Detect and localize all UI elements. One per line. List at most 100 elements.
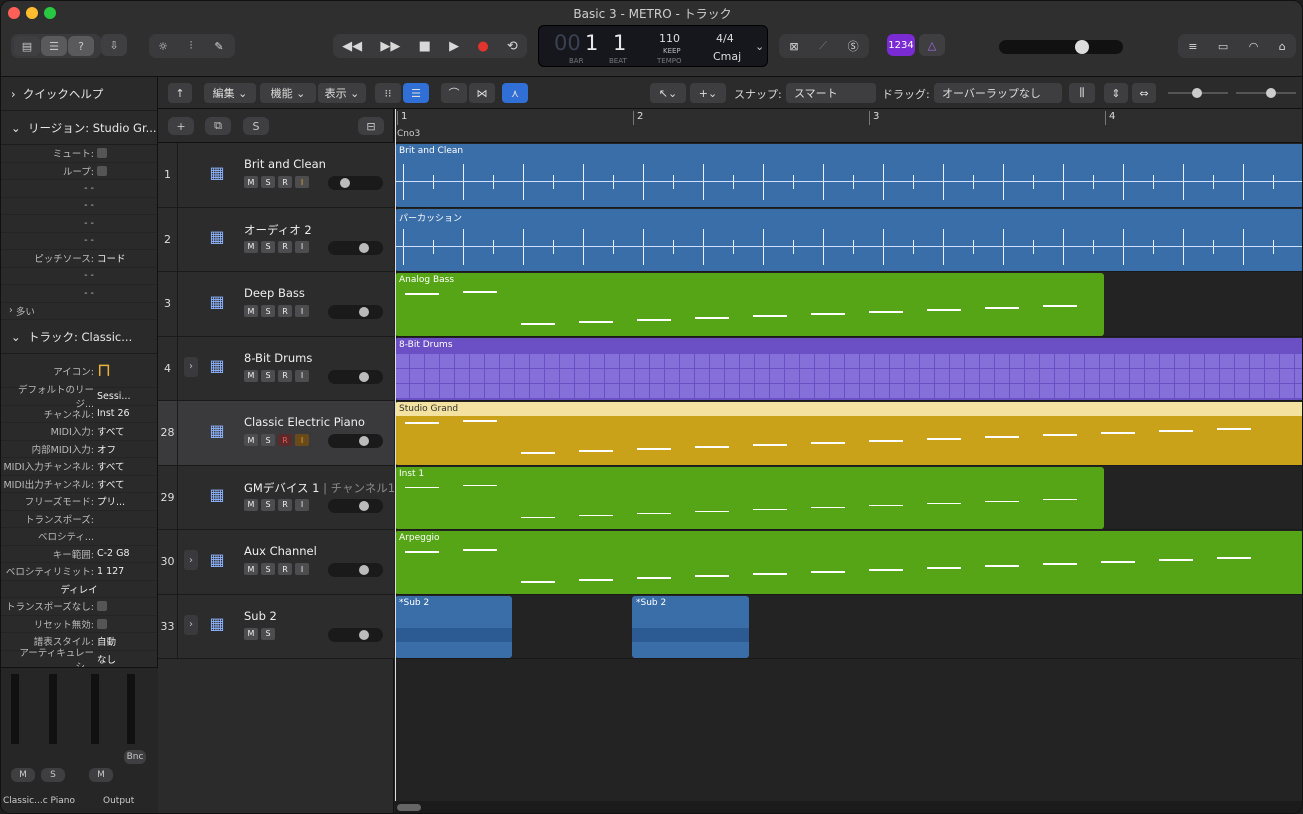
mute-checkbox[interactable]: [97, 148, 107, 159]
replace-icon[interactable]: ⊠: [789, 40, 798, 53]
flex-icon[interactable]: ⋈: [469, 83, 495, 103]
playhead[interactable]: [395, 109, 396, 813]
catch-playhead-icon[interactable]: ⋏: [502, 83, 528, 103]
notepad-icon[interactable]: ▭: [1218, 40, 1228, 53]
cycle-icon[interactable]: ⟲: [507, 39, 518, 54]
volume-knob[interactable]: [358, 307, 369, 317]
track-property-row[interactable]: 内部MIDI入力: オフ: [1, 441, 157, 458]
track-i-button[interactable]: I: [295, 369, 309, 382]
track-property-row[interactable]: トランスポーズ:: [1, 511, 157, 528]
pointer-tool-icon[interactable]: ↖⌄: [650, 83, 686, 103]
track-volume-fader[interactable]: [328, 434, 383, 448]
track-i-button[interactable]: I: [295, 498, 309, 511]
track-s-button[interactable]: S: [261, 627, 275, 640]
track-m-button[interactable]: M: [244, 240, 258, 253]
disclosure-icon[interactable]: ›: [184, 356, 198, 377]
property-value[interactable]: Sessi...: [97, 391, 130, 402]
quick-help-button[interactable]: ?: [68, 36, 94, 56]
track-name[interactable]: Aux Channel: [244, 544, 317, 558]
electric-piano-icon[interactable]: ▦: [202, 415, 232, 445]
snap-select[interactable]: スマート: [786, 83, 876, 103]
track-s-button[interactable]: S: [261, 434, 275, 446]
pencil-icon[interactable]: ✎: [205, 40, 233, 53]
output-fader-track[interactable]: [91, 674, 99, 744]
track-m-button[interactable]: M: [244, 627, 258, 640]
global-tracks-button[interactable]: ⊟: [358, 117, 384, 135]
timeline-ruler[interactable]: 1 2 3 4 Cno3: [395, 109, 1302, 143]
track-r-button[interactable]: R: [278, 305, 292, 317]
bounce-button[interactable]: Bnc: [124, 750, 146, 764]
toolbar-toggle-button[interactable]: ⇩: [101, 34, 127, 56]
waveform-icon[interactable]: ▦: [202, 222, 232, 252]
volume-knob[interactable]: [358, 500, 369, 511]
track-property-row[interactable]: チャンネル: Inst 26: [1, 406, 157, 423]
horizontal-scroll-thumb[interactable]: [397, 804, 421, 811]
no-transpose-checkbox[interactable]: [97, 601, 107, 612]
track-i-button[interactable]: I: [295, 563, 309, 575]
brightness-icon[interactable]: ☼: [149, 40, 177, 53]
property-value[interactable]: すべて: [97, 424, 124, 438]
region[interactable]: Inst 1: [395, 466, 1104, 529]
track-property-row[interactable]: ベロシティリミット: 1 127: [1, 563, 157, 581]
property-value[interactable]: すべて: [97, 459, 124, 473]
region[interactable]: Brit and Clean: [395, 144, 1302, 207]
track-r-button[interactable]: R: [278, 563, 292, 575]
add-track-button[interactable]: +: [168, 117, 194, 135]
time-signature[interactable]: 4/4: [716, 32, 734, 45]
view-menu[interactable]: 表示 ⌄: [318, 83, 366, 103]
metronome-icon[interactable]: △: [919, 34, 945, 56]
volume-knob[interactable]: [358, 565, 369, 575]
region[interactable]: Arpeggio: [395, 531, 1302, 594]
track-r-button[interactable]: R: [278, 240, 292, 253]
track-m-button[interactable]: M: [244, 176, 258, 188]
track-name[interactable]: GMデバイス 1 | チャンネル1: [244, 480, 395, 496]
track-volume-fader[interactable]: [328, 563, 383, 577]
region-inspector-header[interactable]: ⌄ リージョン: Studio Gr...: [1, 111, 157, 145]
region[interactable]: *Sub 2: [632, 595, 749, 658]
browser-icon[interactable]: ⌂: [1279, 40, 1286, 53]
track-name[interactable]: 8-Bit Drums: [244, 351, 312, 365]
articulation-row[interactable]: アーティキュレーシ...なし: [1, 648, 157, 673]
property-value[interactable]: プリ...: [97, 494, 125, 508]
track-view-icon[interactable]: ☰: [403, 83, 429, 103]
disclosure-icon[interactable]: ›: [184, 614, 198, 635]
volume-knob[interactable]: [358, 371, 369, 382]
track-header[interactable]: 4 › ▦ 8-Bit Drums M S R I: [158, 336, 394, 401]
track-r-button[interactable]: R: [278, 176, 292, 188]
count-in-button[interactable]: 1234: [887, 34, 915, 56]
track-lane[interactable]: [395, 595, 1302, 659]
track-property-row[interactable]: キー範囲: C-2 G8: [1, 546, 157, 563]
track-name[interactable]: Brit and Clean: [244, 157, 326, 171]
more-row[interactable]: › 多い: [1, 303, 157, 320]
region[interactable]: Studio Grand: [395, 402, 1302, 465]
track-property-row[interactable]: MIDI入力: すべて: [1, 423, 157, 441]
property-value[interactable]: Inst 26: [97, 408, 130, 419]
key-signature[interactable]: Cmaj: [713, 50, 741, 63]
output-mute-button[interactable]: M: [89, 768, 113, 782]
tuner-icon[interactable]: ⟋: [819, 39, 827, 53]
articulation-value[interactable]: なし: [97, 652, 116, 666]
track-r-button[interactable]: R: [278, 434, 292, 446]
track-volume-fader[interactable]: [328, 176, 383, 190]
tempo-value[interactable]: 110: [659, 32, 680, 45]
chevron-down-icon[interactable]: ⌄: [755, 40, 764, 53]
marquee-tool-icon[interactable]: +⌄: [690, 83, 726, 103]
grid-view-icon[interactable]: ⁝⁝: [375, 83, 401, 103]
track-s-button[interactable]: S: [261, 176, 275, 188]
delay-row[interactable]: ディレイ: [1, 581, 157, 598]
master-volume-knob[interactable]: [1075, 40, 1089, 54]
volume-knob[interactable]: [340, 178, 351, 188]
region[interactable]: Analog Bass: [395, 273, 1104, 336]
no-reset-checkbox[interactable]: [97, 618, 107, 629]
track-property-row[interactable]: ベロシティ...: [1, 528, 157, 546]
list-editors-icon[interactable]: ≡: [1188, 40, 1197, 53]
track-m-button[interactable]: M: [244, 305, 258, 317]
track-name[interactable]: Deep Bass: [244, 286, 305, 300]
record-icon[interactable]: ●: [477, 39, 488, 54]
functions-menu[interactable]: 機能 ⌄: [260, 83, 316, 103]
track-header[interactable]: 3 ▦ Deep Bass M S R I: [158, 272, 394, 337]
track-header[interactable]: 2 ▦ オーディオ 2 MSRI: [158, 207, 394, 272]
fast-forward-icon[interactable]: ▶▶: [380, 39, 400, 54]
track-property-row[interactable]: MIDI出力チャンネル: すべて: [1, 476, 157, 493]
track-header[interactable]: 1 ▦ Brit and Clean M S R I: [158, 143, 394, 208]
